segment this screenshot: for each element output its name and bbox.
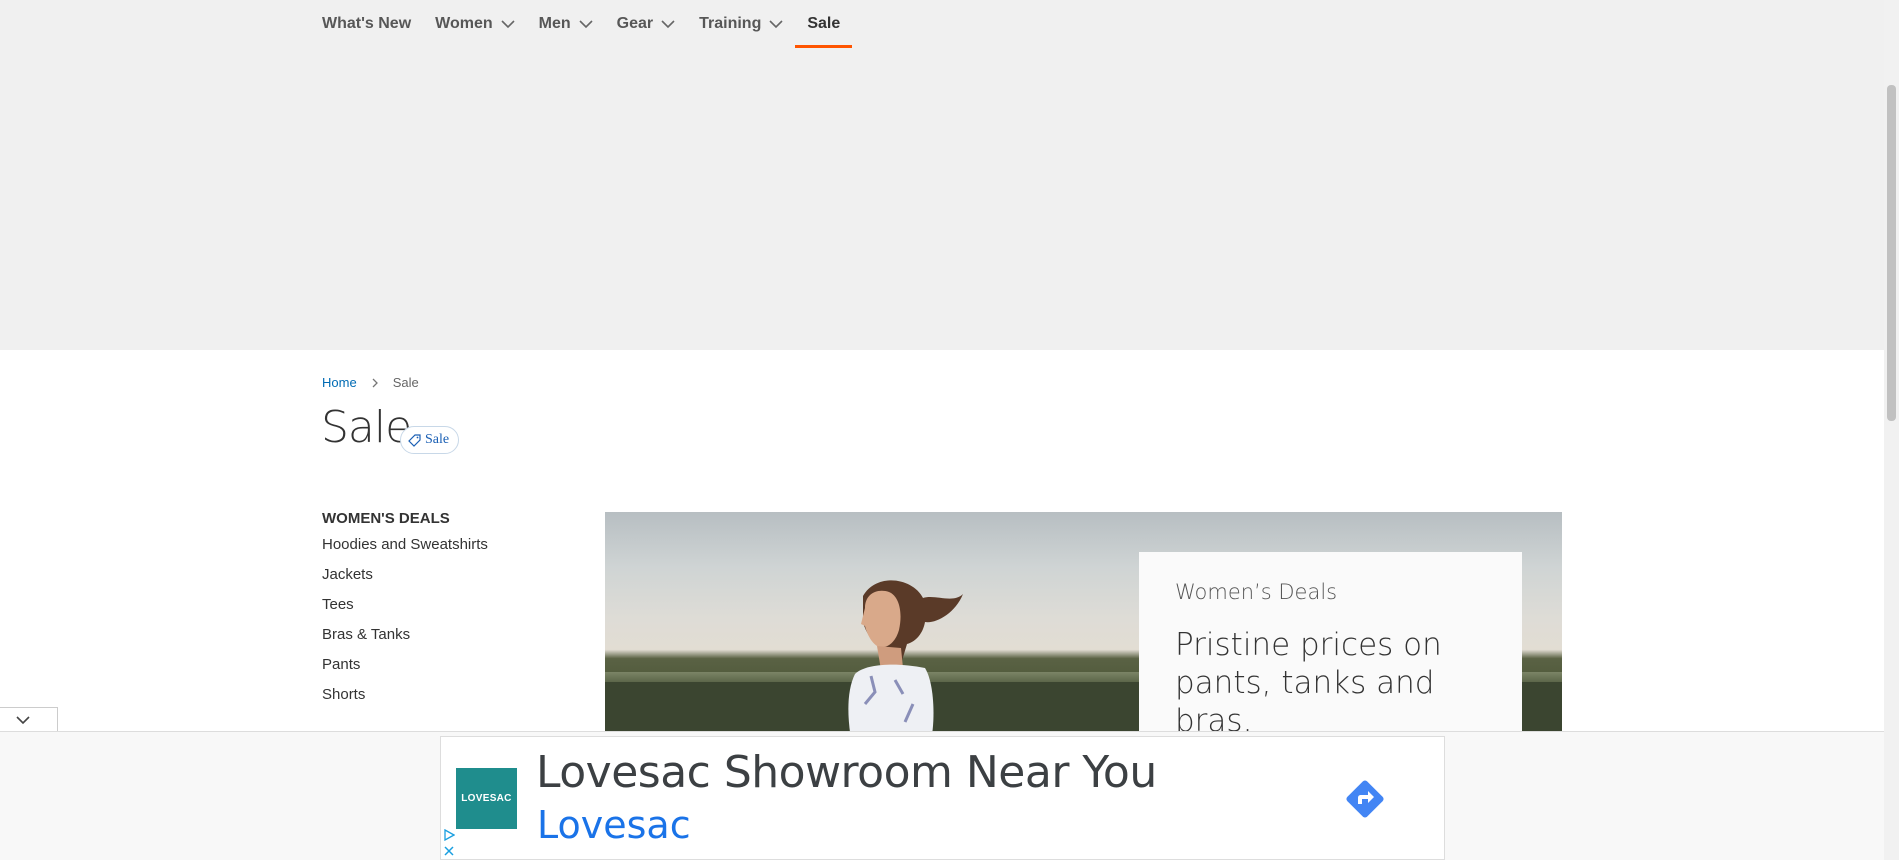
sidebar-link-hoodies[interactable]: Hoodies and Sweatshirts [322,530,488,560]
page-title: Sale [321,402,412,453]
category-sidebar: WOMEN'S DEALS Hoodies and Sweatshirts Ja… [322,510,488,716]
lovesac-logo: LOVESAC [456,768,517,829]
ad-title[interactable]: Lovesac Showroom Near You [536,747,1157,798]
sidebar-link-pants[interactable]: Pants [322,650,488,680]
nav-item-label: What's New [322,15,412,32]
chevron-down-icon [501,20,515,29]
nav-item-label: Sale [807,15,841,32]
adchoices-icon[interactable] [443,829,455,841]
ad-brand[interactable]: Lovesac [537,803,691,847]
ad-collapse-toggle[interactable] [0,707,58,732]
chevron-down-icon [15,716,30,725]
sidebar-link-bras-tanks[interactable]: Bras & Tanks [322,620,488,650]
nav-item-whats-new[interactable]: What's New [322,0,423,48]
nav-item-label: Gear [616,15,654,32]
nav-item-gear[interactable]: Gear [605,0,687,48]
sidebar-link-jackets[interactable]: Jackets [322,560,488,590]
promo-kicker: Women’s Deals [1175,580,1338,604]
chevron-right-icon [372,378,378,387]
nav-item-training[interactable]: Training [687,0,795,48]
chevron-down-icon [769,20,783,29]
promo-headline: Pristine prices on pants, tanks and bras… [1175,627,1442,734]
sidebar-link-tees[interactable]: Tees [322,590,488,620]
nav-item-label: Women [435,15,493,32]
sidebar-link-shorts[interactable]: Shorts [322,680,488,710]
top-navigation: What's New Women Men Gear Training Sale [0,0,1884,50]
chevron-down-icon [579,20,593,29]
runner-photo [848,580,963,734]
directions-icon[interactable] [1341,775,1389,823]
breadcrumb-home-link[interactable]: Home [322,375,357,390]
nav-item-sale[interactable]: Sale [795,0,853,48]
tag-icon [408,433,421,447]
nav-item-men[interactable]: Men [527,0,605,48]
breadcrumb-current: Sale [392,375,419,390]
chevron-down-icon [661,20,675,29]
nav-menu: What's New Women Men Gear Training Sale [322,0,853,50]
close-icon[interactable] [443,845,455,857]
nav-item-label: Men [538,15,571,32]
nav-item-women[interactable]: Women [423,0,526,48]
sidebar-heading: WOMEN'S DEALS [322,510,450,527]
scrollbar-thumb[interactable] [1887,85,1896,421]
page-scrollbar[interactable] [1884,0,1899,860]
womens-deals-hero-banner[interactable]: Women’s Deals Pristine prices on pants, … [605,512,1562,734]
nav-item-label: Training [699,15,762,32]
header-banner-area [0,50,1884,350]
badge-label: Sale [425,432,450,447]
sale-tag-badge: Sale [400,426,460,454]
breadcrumb: Home Sale [322,375,419,390]
lovesac-ad[interactable]: LOVESAC Lovesac Showroom Near You Lovesa… [440,736,1445,860]
promo-card: Women’s Deals Pristine prices on pants, … [1139,552,1522,734]
